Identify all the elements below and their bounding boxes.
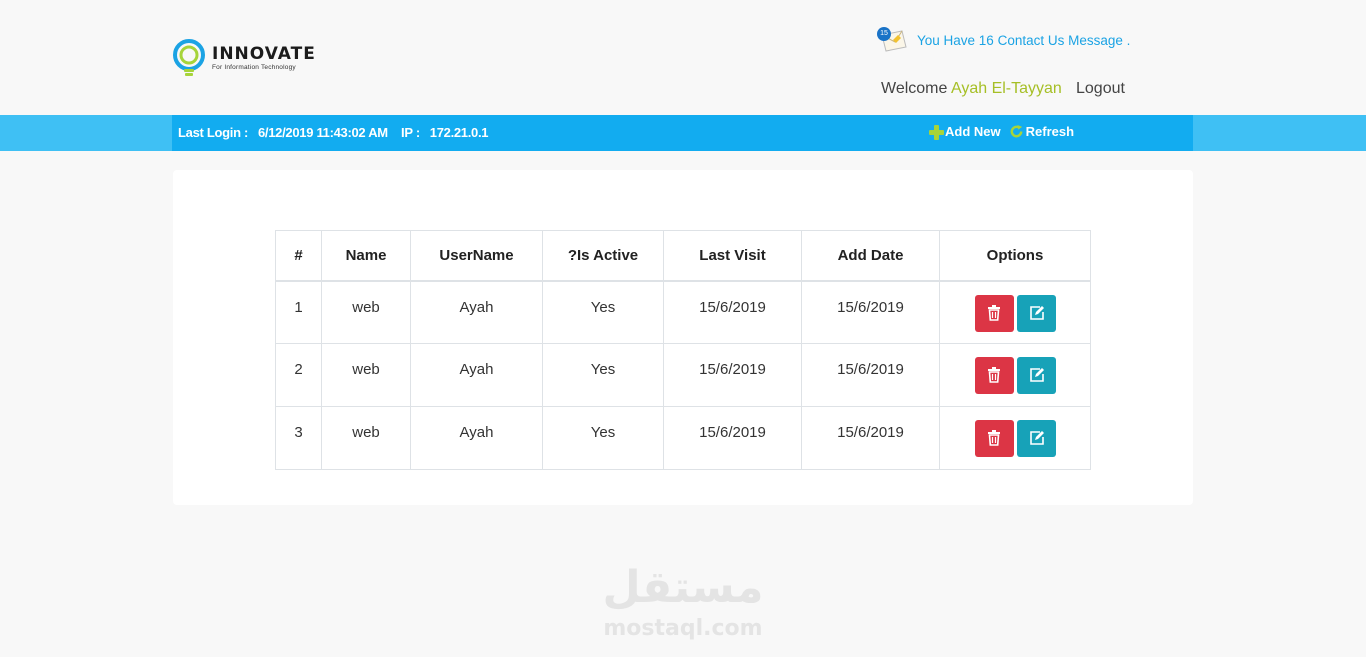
edit-icon	[1029, 305, 1044, 320]
lightbulb-icon	[172, 38, 208, 78]
col-last-visit: Last Visit	[663, 230, 802, 282]
add-new-button[interactable]: Add New	[929, 124, 1001, 140]
delete-button[interactable]	[974, 294, 1014, 332]
cell-username: Ayah	[410, 406, 543, 470]
logo-text: INNOVATE For Information Technology	[212, 43, 316, 71]
trash-icon	[987, 367, 1000, 383]
col-is-active: ?Is Active	[542, 230, 664, 282]
cell-is-active: Yes	[542, 406, 664, 470]
table-header-row: # Name UserName ?Is Active Last Visit Ad…	[275, 230, 1091, 282]
header: INNOVATE For Information Technology 15 Y…	[0, 0, 1366, 115]
logo-name: INNOVATE	[212, 43, 316, 64]
col-index: #	[275, 230, 322, 282]
col-username: UserName	[410, 230, 543, 282]
table-row: 1 web Ayah Yes 15/6/2019 15/6/2019	[275, 280, 1091, 344]
contact-messages-link[interactable]: 15 You Have 16 Contact Us Message .	[876, 27, 1130, 53]
info-bar: Last Login : 6/12/2019 11:43:02 AM IP : …	[0, 115, 1366, 151]
cell-is-active: Yes	[542, 280, 664, 344]
cell-index: 2	[275, 343, 322, 407]
envelope-icon: 15	[876, 27, 908, 53]
col-options: Options	[939, 230, 1091, 282]
trash-icon	[987, 430, 1000, 446]
cell-name: web	[321, 406, 411, 470]
content-panel: # Name UserName ?Is Active Last Visit Ad…	[173, 170, 1193, 505]
message-text: You Have 16 Contact Us Message .	[917, 32, 1131, 48]
col-name: Name	[321, 230, 411, 282]
welcome-text: Welcome Ayah El-Tayyan	[881, 80, 1062, 98]
table-row: 3 web Ayah Yes 15/6/2019 15/6/2019	[275, 406, 1091, 470]
edit-icon	[1029, 368, 1044, 382]
col-add-date: Add Date	[801, 230, 940, 282]
edit-button[interactable]	[1016, 357, 1056, 394]
users-table: # Name UserName ?Is Active Last Visit Ad…	[275, 230, 1091, 470]
cell-add-date: 15/6/2019	[801, 406, 940, 470]
user-name: Ayah El-Tayyan	[950, 80, 1062, 97]
table-row: 2 web Ayah Yes 15/6/2019 15/6/2019	[275, 343, 1091, 407]
watermark-arabic: مستقل	[602, 562, 764, 613]
cell-options	[939, 406, 1091, 470]
welcome-label: Welcome	[881, 80, 948, 97]
cell-index: 3	[275, 406, 322, 470]
cell-last-visit: 15/6/2019	[663, 280, 802, 344]
watermark-latin: mostaql.com	[603, 616, 763, 641]
cell-username: Ayah	[410, 343, 543, 407]
edit-icon	[1029, 431, 1044, 445]
edit-button[interactable]	[1016, 420, 1056, 457]
message-count-badge: 15	[877, 27, 891, 41]
edit-button[interactable]	[1016, 294, 1056, 332]
refresh-button[interactable]: Refresh	[1009, 124, 1074, 139]
logo[interactable]: INNOVATE For Information Technology	[172, 38, 316, 78]
cell-index: 1	[275, 280, 322, 344]
cell-last-visit: 15/6/2019	[663, 406, 802, 470]
bar-actions: Add New Refresh	[929, 124, 1074, 140]
info-bar-inner: Last Login : 6/12/2019 11:43:02 AM IP : …	[172, 115, 1193, 151]
cell-options	[939, 280, 1091, 344]
cell-add-date: 15/6/2019	[801, 280, 940, 344]
cell-username: Ayah	[410, 280, 543, 344]
add-new-label: Add New	[945, 124, 1001, 139]
watermark: مستقل mostaql.com	[600, 560, 766, 642]
cell-options	[939, 343, 1091, 407]
logout-link[interactable]: Logout	[1076, 80, 1125, 98]
last-login-text: Last Login : 6/12/2019 11:43:02 AM IP : …	[178, 125, 489, 140]
delete-button[interactable]	[974, 420, 1014, 457]
trash-icon	[987, 304, 1000, 321]
delete-button[interactable]	[974, 357, 1014, 394]
cell-name: web	[321, 280, 411, 344]
refresh-icon	[1009, 124, 1024, 139]
cell-is-active: Yes	[542, 343, 664, 407]
cell-name: web	[321, 343, 411, 407]
logo-subtitle: For Information Technology	[212, 63, 296, 71]
cell-last-visit: 15/6/2019	[663, 343, 802, 407]
cell-add-date: 15/6/2019	[801, 343, 940, 407]
refresh-label: Refresh	[1025, 124, 1075, 139]
plus-icon	[929, 124, 944, 140]
